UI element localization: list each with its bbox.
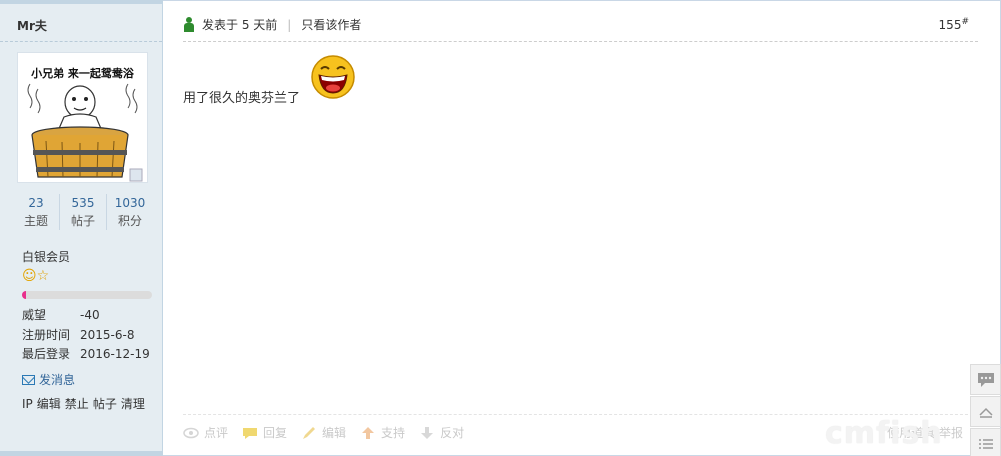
arrow-up-icon (978, 407, 993, 418)
floor-number[interactable]: 155# (939, 17, 969, 32)
info-key: 威望 (22, 308, 47, 322)
info-row: 最后登录 2016-12-19 (22, 345, 162, 365)
floor-value: 155 (938, 18, 962, 32)
floor-mark: # (961, 17, 969, 27)
info-value: -40 (80, 308, 100, 322)
author-stats: 23 主题 535 帖子 1030 积分 (13, 194, 153, 230)
arrow-down-icon (421, 426, 434, 439)
list-icon (978, 438, 993, 449)
author-name[interactable]: Mr夫 (17, 17, 47, 34)
avatar[interactable]: 小兄弟 来一起鸳鸯浴 (17, 52, 148, 183)
quick-reply-button[interactable] (970, 364, 1001, 395)
comment-icon (243, 427, 258, 439)
sidebar-top-border (0, 0, 163, 4)
send-message-label: 发消息 (39, 373, 76, 387)
arrow-up-icon (362, 426, 375, 439)
info-value: 2016-12-19 (80, 347, 150, 361)
list-view-button[interactable] (970, 428, 1001, 456)
stat-label: 主题 (23, 214, 48, 228)
user-group[interactable]: 白银会员 (22, 248, 70, 265)
send-message-link[interactable]: 发消息 (22, 371, 75, 388)
post-header: 发表于 5 天前 | 只看该作者 (183, 16, 361, 33)
admin-links: IP 编辑 禁止 帖子 清理 (22, 395, 149, 412)
right-floating-toolbar (970, 364, 1001, 456)
back-to-top-button[interactable] (970, 396, 1001, 427)
action-label: 反对 (440, 426, 465, 440)
stat-label: 帖子 (70, 214, 95, 228)
action-oppose[interactable]: 反对 (419, 424, 464, 441)
post-main: 发表于 5 天前 | 只看该作者 155# 用了很久的奥芬兰了 点评 回复 编辑… (163, 0, 999, 456)
level-progress-bar (22, 291, 152, 299)
author-sidebar: Mr夫 小兄弟 来一起鸳鸯浴 23 主题 535 帖子 1030 积分 白银会员… (0, 0, 163, 456)
sun-icon: ☺ (22, 268, 37, 284)
admin-link-ban[interactable]: 禁止 (65, 397, 89, 411)
name-divider (0, 41, 162, 42)
rank-icons: ☺☆ (22, 268, 49, 284)
admin-link-edit[interactable]: 编辑 (37, 397, 61, 411)
action-label: 支持 (381, 426, 406, 440)
info-key: 最后登录 (22, 347, 71, 361)
stat-value: 535 (71, 196, 95, 210)
post-time: 发表于 5 天前 (202, 18, 278, 32)
info-value: 2015-6-8 (80, 327, 135, 342)
online-user-icon (183, 17, 195, 32)
star-icon: ☆ (36, 268, 50, 284)
post-body: 用了很久的奥芬兰了 (183, 91, 301, 106)
action-label: 点评 (204, 426, 229, 440)
stat-value: 23 (28, 196, 44, 210)
admin-link-clear[interactable]: 清理 (121, 397, 145, 411)
avatar-image (27, 83, 143, 182)
site-watermark: cmfish (825, 416, 943, 451)
action-edit[interactable]: 编辑 (301, 424, 346, 441)
only-author-link[interactable]: 只看该作者 (301, 16, 361, 33)
stat-value: 1030 (114, 196, 146, 210)
header-separator: | (287, 17, 292, 32)
footer-divider (183, 414, 978, 415)
stat-posts[interactable]: 535 帖子 (60, 194, 107, 230)
header-divider (183, 41, 978, 42)
admin-link-posts[interactable]: 帖子 (93, 397, 117, 411)
laughing-emoji-icon (311, 55, 355, 99)
info-row: 注册时间 2015-6-8 (22, 326, 162, 346)
action-label: 编辑 (322, 426, 347, 440)
action-rate[interactable]: 点评 (183, 424, 228, 441)
stat-points[interactable]: 1030 积分 (107, 194, 153, 230)
info-key: 注册时间 (22, 327, 71, 342)
admin-link-ip[interactable]: IP (22, 397, 33, 411)
mail-icon (22, 374, 35, 385)
stat-threads[interactable]: 23 主题 (13, 194, 60, 230)
sidebar-bottom-border (0, 451, 163, 456)
author-info: 威望 -40 注册时间 2015-6-8 最后登录 2016-12-19 (22, 306, 162, 365)
info-row: 威望 -40 (22, 306, 162, 326)
action-support[interactable]: 支持 (360, 424, 405, 441)
chat-bubble-icon (977, 372, 994, 387)
action-reply[interactable]: 回复 (242, 424, 287, 441)
stat-label: 积分 (117, 214, 142, 228)
action-label: 回复 (263, 426, 288, 440)
eye-icon (183, 427, 199, 438)
level-progress-fill (22, 291, 26, 299)
pencil-icon (303, 426, 316, 439)
